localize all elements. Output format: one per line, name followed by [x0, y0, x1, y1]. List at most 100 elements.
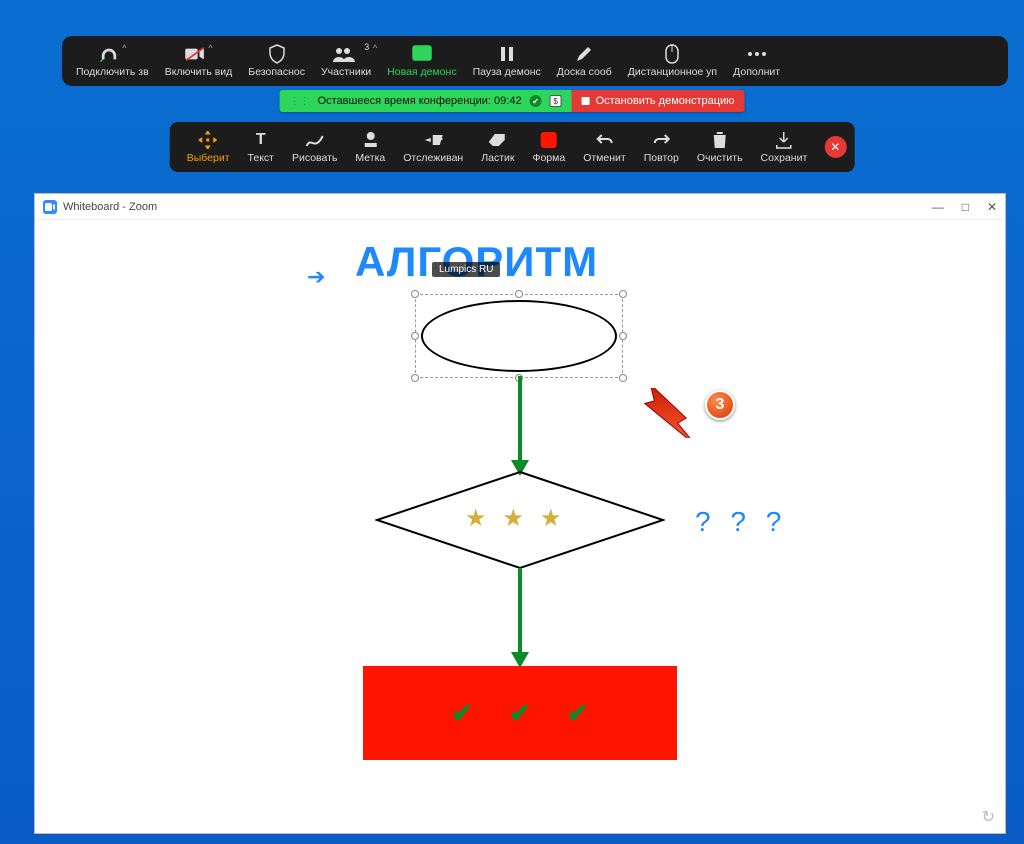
stop-share-label: Остановить демонстрацию — [596, 95, 735, 107]
redo-icon — [652, 130, 670, 150]
join-audio-button[interactable]: ^ Подключить зв — [68, 36, 157, 86]
close-icon: ✕ — [830, 140, 840, 154]
stamp-label: Метка — [355, 152, 385, 164]
resize-handle[interactable] — [515, 290, 523, 298]
flow-arrow-down[interactable] — [508, 568, 532, 668]
share-label: Новая демонс — [387, 66, 456, 78]
security-button[interactable]: Безопаснос — [240, 36, 313, 86]
eraser-label: Ластик — [481, 152, 514, 164]
start-video-button[interactable]: ^ Включить вид — [157, 36, 241, 86]
more-button[interactable]: Дополнит — [725, 36, 788, 86]
resize-handle[interactable] — [411, 374, 419, 382]
eraser-tool[interactable]: Ластик — [472, 122, 523, 172]
resize-handle[interactable] — [619, 332, 627, 340]
clear-label: Очистить — [697, 152, 743, 164]
check-icon: ✔ — [509, 698, 531, 729]
resize-handle[interactable] — [619, 290, 627, 298]
format-label: Форма — [532, 152, 565, 164]
redo-button[interactable]: Повтор — [635, 122, 688, 172]
share-status-bar: ⋮⋮ Оставшееся время конференции: 09:42 ✔… — [280, 90, 745, 112]
flow-arrow-down[interactable] — [508, 376, 532, 476]
resize-handle[interactable] — [411, 290, 419, 298]
shield-icon — [268, 44, 286, 64]
remote-control-button[interactable]: Дистанционное уп — [620, 36, 725, 86]
select-tool[interactable]: Выберит — [178, 122, 239, 172]
undo-icon — [595, 130, 613, 150]
ellipse-shape[interactable] — [421, 300, 617, 372]
participants-button[interactable]: 3 ^ Участники — [313, 36, 379, 86]
remote-label: Дистанционное уп — [628, 66, 717, 78]
time-remaining-panel: ⋮⋮ Оставшееся время конференции: 09:42 ✔… — [280, 90, 572, 112]
star-icon: ★ — [465, 504, 487, 533]
question-marks-text[interactable]: ? ? ? — [695, 506, 787, 538]
maximize-button[interactable]: □ — [962, 200, 969, 214]
headphones-icon: ^ — [98, 44, 126, 64]
whiteboard-button[interactable]: Доска сооб — [549, 36, 620, 86]
eraser-icon — [489, 130, 507, 150]
chevron-up-icon[interactable]: ^ — [208, 43, 212, 53]
text-label: Текст — [248, 152, 274, 164]
callout-arrow-icon — [631, 388, 711, 438]
annotation-toolbar: Выберит T Текст Рисовать Метка Отслежива… — [170, 122, 855, 172]
canvas-redo-icon[interactable]: ↻ — [982, 807, 995, 827]
selected-ellipse-shape[interactable] — [415, 294, 623, 378]
pause-icon — [500, 44, 514, 64]
save-icon — [776, 130, 792, 150]
participants-label: Участники — [321, 66, 371, 78]
close-annotation-button[interactable]: ✕ — [824, 136, 846, 158]
text-icon: T — [256, 130, 266, 150]
rectangle-shape[interactable]: ✔ ✔ ✔ — [363, 666, 677, 760]
save-button[interactable]: Сохранит — [752, 122, 817, 172]
pencil-icon — [575, 44, 593, 64]
window-titlebar[interactable]: Whiteboard - Zoom — □ ✕ — [35, 194, 1005, 220]
window-controls: — □ ✕ — [932, 200, 997, 214]
grip-icon[interactable]: ⋮⋮ — [290, 96, 310, 107]
redo-label: Повтор — [644, 152, 679, 164]
stamp-tool[interactable]: Метка — [346, 122, 394, 172]
security-label: Безопаснос — [248, 66, 305, 78]
pause-label: Пауза демонс — [473, 66, 541, 78]
spotlight-tool[interactable]: Отслеживан — [394, 122, 472, 172]
stop-share-button[interactable]: Остановить демонстрацию — [572, 90, 745, 112]
trash-icon — [713, 130, 727, 150]
participant-count: 3 — [364, 42, 369, 52]
time-remaining-text: Оставшееся время конференции: 09:42 — [318, 95, 522, 107]
close-window-button[interactable]: ✕ — [987, 200, 997, 214]
resize-handle[interactable] — [411, 332, 419, 340]
resize-handle[interactable] — [619, 374, 627, 382]
text-tool[interactable]: T Текст — [239, 122, 283, 172]
whiteboard-canvas[interactable]: ➔ АЛГОРИТМ Lumpics RU ★ ★ ★ — [35, 220, 1005, 833]
format-tool[interactable]: Форма — [523, 122, 574, 172]
draw-tool[interactable]: Рисовать — [283, 122, 346, 172]
star-stamps[interactable]: ★ ★ ★ — [465, 504, 562, 533]
minimize-button[interactable]: — — [932, 200, 944, 214]
participants-icon: 3 ^ — [331, 44, 361, 64]
shape-color-icon — [541, 130, 557, 150]
share-screen-icon — [412, 44, 432, 64]
pricing-icon[interactable]: $ — [550, 95, 562, 107]
whiteboard-label: Доска сооб — [557, 66, 612, 78]
video-off-icon: ^ — [184, 44, 212, 64]
undo-label: Отменит — [583, 152, 626, 164]
chevron-up-icon[interactable]: ^ — [373, 43, 377, 53]
more-icon — [747, 44, 767, 64]
arrow-right-icon: ➔ — [307, 264, 325, 290]
verified-icon: ✔ — [530, 95, 542, 107]
zoom-logo-icon — [43, 200, 57, 214]
star-icon: ★ — [540, 504, 562, 533]
stamp-icon — [362, 130, 378, 150]
video-label: Включить вид — [165, 66, 233, 78]
window-title: Whiteboard - Zoom — [63, 201, 157, 213]
whiteboard-window: Whiteboard - Zoom — □ ✕ ➔ АЛГОРИТМ Lumpi… — [34, 193, 1006, 834]
step-number: 3 — [716, 396, 725, 414]
pause-share-button[interactable]: Пауза демонс — [465, 36, 549, 86]
undo-button[interactable]: Отменит — [574, 122, 635, 172]
chevron-up-icon[interactable]: ^ — [122, 43, 126, 53]
draw-icon — [306, 130, 324, 150]
new-share-button[interactable]: Новая демонс — [379, 36, 464, 86]
stop-icon — [582, 97, 590, 105]
save-label: Сохранит — [761, 152, 808, 164]
star-icon: ★ — [503, 504, 525, 533]
clear-button[interactable]: Очистить — [688, 122, 752, 172]
audio-label: Подключить зв — [76, 66, 149, 78]
